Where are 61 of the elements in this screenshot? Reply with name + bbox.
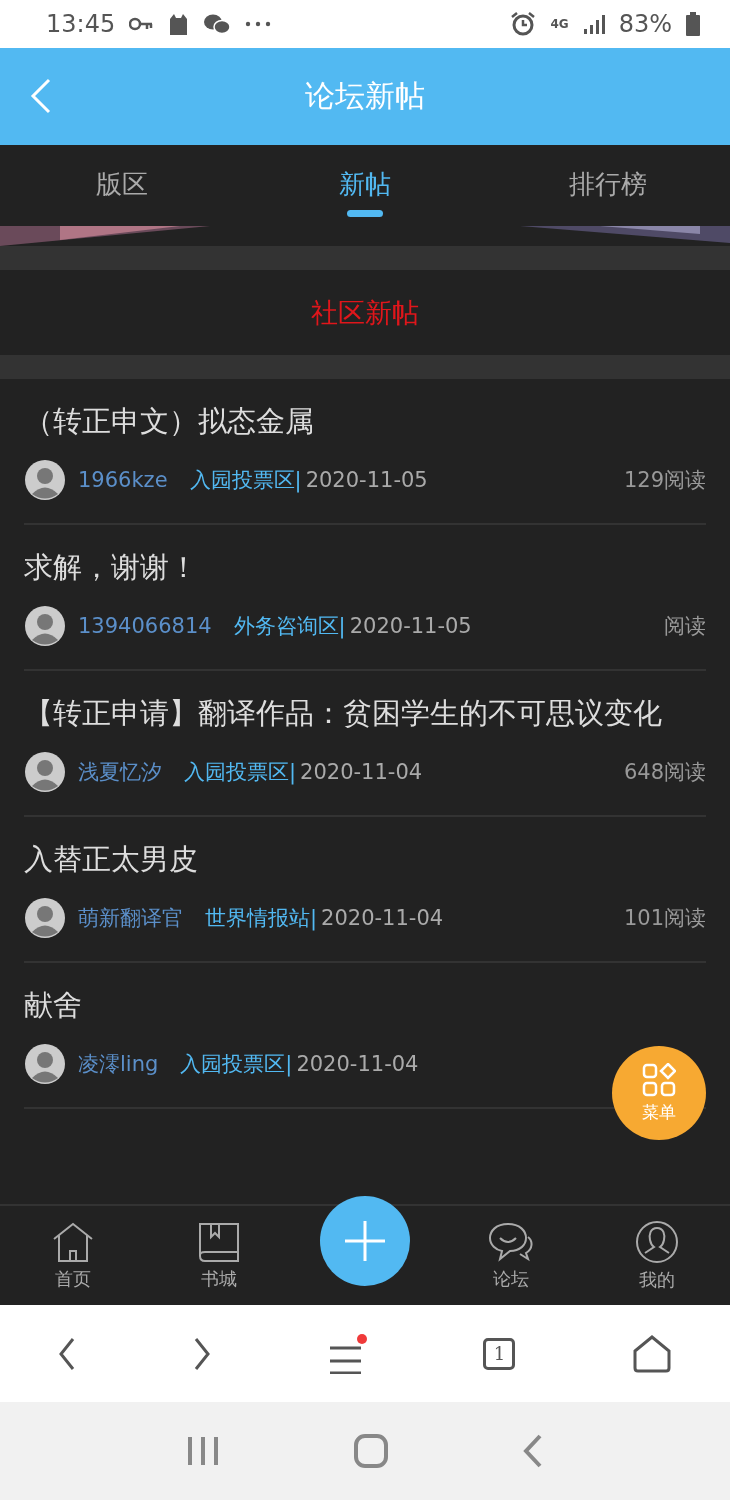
- more-icon: [245, 21, 272, 27]
- nav-item[interactable]: 论坛: [438, 1206, 584, 1305]
- author-name[interactable]: 1966kze: [78, 468, 168, 492]
- author-name[interactable]: 浅夏忆汐: [78, 758, 162, 786]
- avatar-icon: [24, 897, 66, 939]
- board-name[interactable]: 世界情报站|: [205, 904, 318, 932]
- grid-icon: [642, 1062, 676, 1097]
- board-name[interactable]: 入园投票区|: [189, 466, 302, 494]
- author-name[interactable]: 萌新翻译官: [78, 904, 183, 932]
- view-count: 648阅读: [623, 759, 706, 786]
- author-name[interactable]: 1394066814: [78, 614, 212, 638]
- post-date: 2020-11-04: [321, 906, 444, 930]
- plus-icon: [343, 1219, 387, 1263]
- book-icon: [197, 1220, 241, 1263]
- board-name[interactable]: 入园投票区|: [184, 758, 297, 786]
- chat-icon: [203, 13, 232, 35]
- forward-icon[interactable]: [192, 1336, 211, 1371]
- status-time: 13:45: [46, 10, 116, 38]
- avatar-icon: [24, 605, 66, 647]
- back-icon[interactable]: [58, 1336, 77, 1371]
- battery-icon: [686, 12, 700, 36]
- home-icon: [51, 1220, 95, 1263]
- tab[interactable]: 新帖: [243, 145, 487, 226]
- post-title[interactable]: 入替正太男皮: [24, 831, 198, 887]
- board-name[interactable]: 外务咨询区|: [233, 612, 346, 640]
- view-count: 阅读: [664, 613, 706, 640]
- page-title: 论坛新帖: [305, 77, 425, 115]
- post-date: 2020-11-04: [300, 760, 423, 784]
- tab[interactable]: 版区: [0, 145, 244, 226]
- home-icon[interactable]: [354, 1434, 388, 1468]
- nav-item[interactable]: 首页: [0, 1206, 146, 1305]
- post-title[interactable]: （转正申文）拟态金属: [24, 393, 314, 449]
- view-count: 129阅读: [623, 467, 706, 494]
- avatar-icon: [24, 1043, 66, 1085]
- key-icon: [129, 17, 154, 31]
- nav-item[interactable]: 我的: [584, 1206, 730, 1305]
- view-count: 101阅读: [623, 905, 706, 932]
- avatar-icon: [24, 459, 66, 501]
- avatar-icon: [24, 751, 66, 793]
- network-label: 4G: [550, 17, 569, 31]
- tab[interactable]: 排行榜: [486, 145, 730, 226]
- post-title[interactable]: 求解，谢谢！: [24, 539, 198, 595]
- profile-icon: [635, 1219, 679, 1264]
- chat-icon: [488, 1220, 534, 1263]
- cat-icon: [167, 13, 190, 35]
- tabs-button[interactable]: 1: [483, 1337, 516, 1370]
- battery-percent: 83%: [618, 10, 672, 38]
- post-title[interactable]: 献舍: [24, 977, 82, 1033]
- author-name[interactable]: 凌澪ling: [78, 1050, 159, 1078]
- post-date: 2020-11-05: [349, 614, 472, 638]
- recents-icon[interactable]: [187, 1436, 220, 1466]
- nav-item[interactable]: 书城: [146, 1206, 292, 1305]
- signal-icon: [582, 14, 605, 34]
- post-title[interactable]: 【转正申请】翻译作品：贫困学生的不可思议变化: [24, 685, 662, 741]
- board-name[interactable]: 入园投票区|: [180, 1050, 293, 1078]
- alarm-icon: [510, 11, 537, 37]
- home-icon[interactable]: [631, 1334, 672, 1373]
- section-title: 社区新帖: [311, 295, 419, 330]
- post-date: 2020-11-04: [296, 1052, 419, 1076]
- post-date: 2020-11-05: [305, 468, 428, 492]
- back-icon[interactable]: [522, 1434, 543, 1468]
